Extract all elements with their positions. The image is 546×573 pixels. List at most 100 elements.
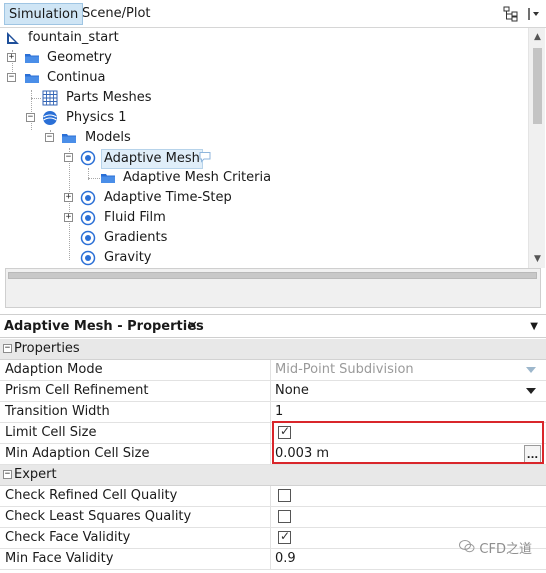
tree-item-continua[interactable]: − Continua — [0, 68, 520, 88]
property-row-transition-width[interactable]: Transition Width 1 — [0, 402, 546, 423]
column-divider — [270, 423, 271, 443]
tree-item-root[interactable]: fountain_start — [0, 28, 520, 48]
comment-bubble-icon — [199, 152, 211, 163]
tree-label-adaptive-mesh-criteria: Adaptive Mesh Criteria — [123, 170, 272, 185]
model-gear-icon — [80, 230, 96, 246]
expand-adaptive-time-step-icon[interactable]: + — [64, 193, 73, 202]
tree-item-adaptive-mesh[interactable]: − Adaptive Mesh — [0, 148, 520, 169]
close-icon[interactable]: ✕ — [187, 315, 198, 338]
property-name: Check Face Validity — [5, 530, 131, 545]
collapse-models-icon[interactable]: − — [45, 133, 54, 142]
section-label: Expert — [14, 467, 57, 482]
column-divider — [270, 549, 271, 569]
property-name: Limit Cell Size — [5, 425, 97, 440]
scroll-down-icon[interactable]: ▼ — [532, 254, 543, 264]
tree-item-gradients[interactable]: Gradients — [0, 228, 520, 248]
tree-label-adaptive-mesh: Adaptive Mesh — [101, 149, 203, 169]
model-gear-icon — [80, 150, 96, 166]
folder-icon — [62, 134, 76, 143]
collapse-continua-icon[interactable]: − — [7, 73, 16, 82]
watermark: CFD之道 — [459, 538, 532, 557]
simulation-tree: fountain_start + Geometry − Continua Par… — [0, 28, 546, 268]
tree-item-parts-meshes[interactable]: Parts Meshes — [0, 88, 520, 108]
property-name: Min Adaption Cell Size — [5, 446, 150, 461]
prism-refinement-select[interactable]: None — [275, 381, 309, 401]
physics-sphere-icon — [43, 111, 57, 125]
adaption-mode-select[interactable]: Mid-Point Subdivision — [275, 360, 414, 380]
tree-label-parts-meshes: Parts Meshes — [66, 90, 152, 105]
chevron-down-icon[interactable] — [526, 367, 536, 373]
tree-hierarchy-icon[interactable] — [503, 6, 519, 22]
check-refined-quality-checkbox[interactable] — [278, 489, 291, 502]
collapse-section-icon[interactable]: − — [3, 470, 12, 479]
tab-simulation[interactable]: Simulation — [4, 3, 84, 25]
property-row-check-least-squares[interactable]: Check Least Squares Quality — [0, 507, 546, 528]
section-properties[interactable]: − Properties — [0, 339, 546, 360]
collapse-section-icon[interactable]: − — [3, 344, 12, 353]
watermark-text: CFD之道 — [479, 542, 532, 557]
expand-geometry-icon[interactable]: + — [7, 53, 16, 62]
panel-menu-icon[interactable]: ▼ — [530, 321, 538, 332]
property-row-min-adaption-cell-size[interactable]: Min Adaption Cell Size 0.003 m ... — [0, 444, 546, 465]
folder-icon — [25, 74, 39, 83]
model-gear-icon — [80, 190, 96, 206]
tree-label-models: Models — [85, 130, 131, 145]
column-divider — [270, 381, 271, 401]
tree-label-geometry: Geometry — [47, 50, 112, 65]
chevron-down-icon[interactable] — [526, 388, 536, 394]
section-expert[interactable]: − Expert — [0, 465, 546, 486]
tree-item-geometry[interactable]: + Geometry — [0, 48, 520, 68]
property-name: Check Refined Cell Quality — [5, 488, 178, 503]
tab-scene-plot[interactable]: Scene/Plot — [78, 3, 155, 25]
property-row-prism-refinement[interactable]: Prism Cell Refinement None — [0, 381, 546, 402]
collapse-physics-icon[interactable]: − — [26, 113, 35, 122]
min-adaption-cell-size-field[interactable]: 0.003 m — [275, 444, 329, 464]
ellipsis-button[interactable]: ... — [524, 445, 541, 463]
horizontal-scrollbar-thumb[interactable] — [8, 272, 537, 279]
transition-width-field[interactable]: 1 — [275, 402, 283, 422]
collapse-adaptive-mesh-icon[interactable]: − — [64, 153, 73, 162]
model-gear-icon — [80, 250, 96, 266]
checkmark-icon: ✓ — [280, 424, 291, 438]
tree-vertical-scrollbar[interactable]: ▲ ▼ — [528, 28, 545, 268]
property-row-adaption-mode[interactable]: Adaption Mode Mid-Point Subdivision — [0, 360, 546, 381]
mesh-grid-icon — [42, 90, 58, 106]
expand-fluid-film-icon[interactable]: + — [64, 213, 73, 222]
scroll-up-icon[interactable]: ▲ — [532, 32, 543, 42]
column-divider — [270, 444, 271, 464]
tree-label-fluid-film: Fluid Film — [104, 210, 166, 225]
tree-label-physics: Physics 1 — [66, 110, 127, 125]
property-row-check-refined-quality[interactable]: Check Refined Cell Quality — [0, 486, 546, 507]
scrollbar-thumb[interactable] — [533, 48, 542, 124]
tree-label-gradients: Gradients — [104, 230, 168, 245]
column-divider — [270, 528, 271, 548]
tree-label-gravity: Gravity — [104, 250, 152, 265]
section-label: Properties — [14, 341, 80, 356]
tree-item-adaptive-time-step[interactable]: + Adaptive Time-Step — [0, 188, 520, 208]
tree-item-fluid-film[interactable]: + Fluid Film — [0, 208, 520, 228]
check-face-validity-checkbox[interactable]: ✓ — [278, 529, 291, 544]
tab-bar: Simulation Scene/Plot — [0, 0, 546, 28]
property-name: Check Least Squares Quality — [5, 509, 192, 524]
tree-item-models[interactable]: − Models — [0, 128, 520, 148]
column-divider — [270, 507, 271, 527]
column-divider — [270, 486, 271, 506]
model-gear-icon — [80, 210, 96, 226]
property-name: Adaption Mode — [5, 362, 103, 377]
tree-label-continua: Continua — [47, 70, 106, 85]
check-least-squares-checkbox[interactable] — [278, 510, 291, 523]
tree-item-gravity[interactable]: Gravity — [0, 248, 520, 268]
column-divider — [270, 402, 271, 422]
wechat-icon — [459, 540, 475, 557]
tree-horizontal-scrollbar[interactable] — [5, 268, 541, 308]
checkmark-icon: ✓ — [280, 529, 291, 543]
tree-label-root: fountain_start — [28, 30, 119, 45]
properties-header: Adaptive Mesh - Properties ✕ ▼ — [0, 314, 546, 338]
tree-item-adaptive-mesh-criteria[interactable]: Adaptive Mesh Criteria — [0, 168, 520, 188]
pin-menu-icon[interactable] — [526, 6, 542, 22]
property-row-limit-cell-size[interactable]: Limit Cell Size ✓ — [0, 423, 546, 444]
property-name: Transition Width — [5, 404, 110, 419]
tree-item-physics-1[interactable]: − Physics 1 — [0, 108, 520, 128]
limit-cell-size-checkbox[interactable]: ✓ — [278, 424, 291, 439]
min-face-validity-field[interactable]: 0.9 — [275, 549, 296, 569]
